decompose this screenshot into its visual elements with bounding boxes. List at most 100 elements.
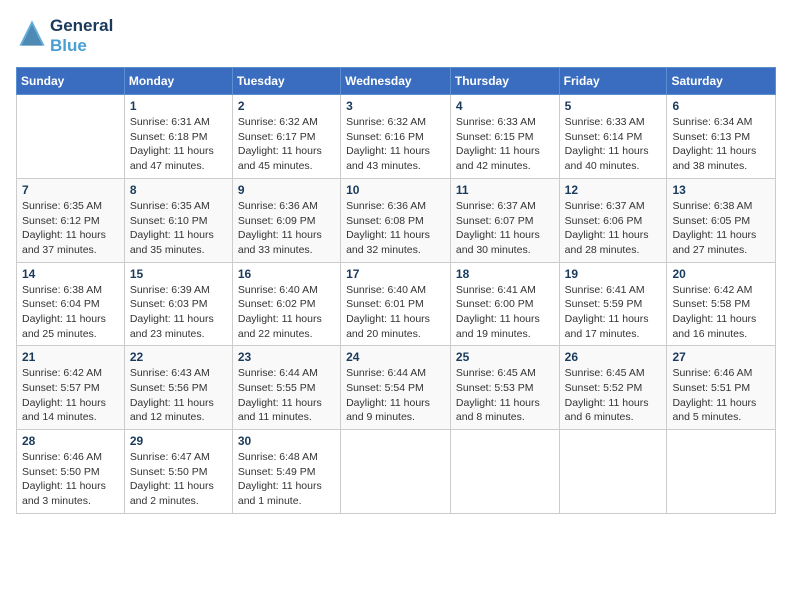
calendar-cell (450, 430, 559, 514)
day-number: 11 (456, 183, 554, 197)
day-info: Sunrise: 6:38 AM Sunset: 6:05 PM Dayligh… (672, 199, 770, 258)
calendar-cell: 27 Sunrise: 6:46 AM Sunset: 5:51 PM Dayli… (667, 346, 776, 430)
day-info: Sunrise: 6:46 AM Sunset: 5:51 PM Dayligh… (672, 366, 770, 425)
calendar-cell: 16 Sunrise: 6:40 AM Sunset: 6:02 PM Dayli… (232, 262, 340, 346)
calendar-cell: 30 Sunrise: 6:48 AM Sunset: 5:49 PM Dayli… (232, 430, 340, 514)
day-info: Sunrise: 6:42 AM Sunset: 5:57 PM Dayligh… (22, 366, 119, 425)
day-info: Sunrise: 6:38 AM Sunset: 6:04 PM Dayligh… (22, 283, 119, 342)
day-info: Sunrise: 6:44 AM Sunset: 5:55 PM Dayligh… (238, 366, 335, 425)
day-info: Sunrise: 6:37 AM Sunset: 6:07 PM Dayligh… (456, 199, 554, 258)
day-info: Sunrise: 6:39 AM Sunset: 6:03 PM Dayligh… (130, 283, 227, 342)
page-header: General Blue (16, 16, 776, 55)
day-info: Sunrise: 6:37 AM Sunset: 6:06 PM Dayligh… (565, 199, 662, 258)
calendar-cell: 7Sunrise: 6:35 AM Sunset: 6:12 PM Daylig… (17, 178, 125, 262)
calendar-cell (17, 95, 125, 179)
calendar-cell: 26 Sunrise: 6:45 AM Sunset: 5:52 PM Dayli… (559, 346, 667, 430)
day-number: 2 (238, 99, 335, 113)
calendar-table: SundayMondayTuesdayWednesdayThursdayFrid… (16, 67, 776, 514)
calendar-cell: 12 Sunrise: 6:37 AM Sunset: 6:06 PM Dayli… (559, 178, 667, 262)
calendar-cell: 6 Sunrise: 6:34 AM Sunset: 6:13 PM Daylig… (667, 95, 776, 179)
day-info: Sunrise: 6:36 AM Sunset: 6:08 PM Dayligh… (346, 199, 445, 258)
calendar-cell: 15 Sunrise: 6:39 AM Sunset: 6:03 PM Dayli… (124, 262, 232, 346)
column-header-thursday: Thursday (450, 68, 559, 95)
day-info: Sunrise: 6:43 AM Sunset: 5:56 PM Dayligh… (130, 366, 227, 425)
week-row-1: 1Sunrise: 6:31 AM Sunset: 6:18 PM Daylig… (17, 95, 776, 179)
calendar-cell: 14 Sunrise: 6:38 AM Sunset: 6:04 PM Dayli… (17, 262, 125, 346)
day-number: 12 (565, 183, 662, 197)
column-header-monday: Monday (124, 68, 232, 95)
day-info: Sunrise: 6:48 AM Sunset: 5:49 PM Dayligh… (238, 450, 335, 509)
day-info: Sunrise: 6:32 AM Sunset: 6:16 PM Dayligh… (346, 115, 445, 174)
day-number: 14 (22, 267, 119, 281)
calendar-cell: 23 Sunrise: 6:44 AM Sunset: 5:55 PM Dayli… (232, 346, 340, 430)
day-info: Sunrise: 6:33 AM Sunset: 6:14 PM Dayligh… (565, 115, 662, 174)
day-number: 20 (672, 267, 770, 281)
day-number: 3 (346, 99, 445, 113)
day-number: 30 (238, 434, 335, 448)
calendar-cell: 5 Sunrise: 6:33 AM Sunset: 6:14 PM Daylig… (559, 95, 667, 179)
logo: General Blue (16, 16, 113, 55)
logo-icon (18, 19, 46, 47)
day-info: Sunrise: 6:36 AM Sunset: 6:09 PM Dayligh… (238, 199, 335, 258)
day-number: 8 (130, 183, 227, 197)
day-number: 15 (130, 267, 227, 281)
logo-general: General (50, 16, 113, 35)
day-info: Sunrise: 6:41 AM Sunset: 5:59 PM Dayligh… (565, 283, 662, 342)
day-number: 18 (456, 267, 554, 281)
day-number: 5 (565, 99, 662, 113)
day-number: 23 (238, 350, 335, 364)
calendar-cell: 19 Sunrise: 6:41 AM Sunset: 5:59 PM Dayli… (559, 262, 667, 346)
day-info: Sunrise: 6:34 AM Sunset: 6:13 PM Dayligh… (672, 115, 770, 174)
calendar-cell (559, 430, 667, 514)
calendar-cell: 13 Sunrise: 6:38 AM Sunset: 6:05 PM Dayli… (667, 178, 776, 262)
day-info: Sunrise: 6:32 AM Sunset: 6:17 PM Dayligh… (238, 115, 335, 174)
day-number: 7 (22, 183, 119, 197)
day-info: Sunrise: 6:33 AM Sunset: 6:15 PM Dayligh… (456, 115, 554, 174)
column-header-friday: Friday (559, 68, 667, 95)
calendar-cell (341, 430, 451, 514)
day-number: 4 (456, 99, 554, 113)
calendar-cell: 3 Sunrise: 6:32 AM Sunset: 6:16 PM Daylig… (341, 95, 451, 179)
day-number: 13 (672, 183, 770, 197)
day-info: Sunrise: 6:35 AM Sunset: 6:10 PM Dayligh… (130, 199, 227, 258)
day-number: 16 (238, 267, 335, 281)
calendar-cell: 22 Sunrise: 6:43 AM Sunset: 5:56 PM Dayli… (124, 346, 232, 430)
day-number: 21 (22, 350, 119, 364)
column-header-sunday: Sunday (17, 68, 125, 95)
week-row-4: 21 Sunrise: 6:42 AM Sunset: 5:57 PM Dayli… (17, 346, 776, 430)
calendar-cell: 29 Sunrise: 6:47 AM Sunset: 5:50 PM Dayli… (124, 430, 232, 514)
day-number: 26 (565, 350, 662, 364)
day-number: 24 (346, 350, 445, 364)
day-number: 22 (130, 350, 227, 364)
day-info: Sunrise: 6:44 AM Sunset: 5:54 PM Dayligh… (346, 366, 445, 425)
column-header-tuesday: Tuesday (232, 68, 340, 95)
day-info: Sunrise: 6:41 AM Sunset: 6:00 PM Dayligh… (456, 283, 554, 342)
calendar-cell: 11 Sunrise: 6:37 AM Sunset: 6:07 PM Dayli… (450, 178, 559, 262)
week-row-2: 7Sunrise: 6:35 AM Sunset: 6:12 PM Daylig… (17, 178, 776, 262)
day-number: 6 (672, 99, 770, 113)
day-number: 25 (456, 350, 554, 364)
calendar-cell: 18 Sunrise: 6:41 AM Sunset: 6:00 PM Dayli… (450, 262, 559, 346)
calendar-cell: 24 Sunrise: 6:44 AM Sunset: 5:54 PM Dayli… (341, 346, 451, 430)
day-number: 29 (130, 434, 227, 448)
day-info: Sunrise: 6:40 AM Sunset: 6:02 PM Dayligh… (238, 283, 335, 342)
day-info: Sunrise: 6:46 AM Sunset: 5:50 PM Dayligh… (22, 450, 119, 509)
calendar-cell: 10Sunrise: 6:36 AM Sunset: 6:08 PM Dayli… (341, 178, 451, 262)
column-header-wednesday: Wednesday (341, 68, 451, 95)
day-number: 19 (565, 267, 662, 281)
calendar-cell: 1Sunrise: 6:31 AM Sunset: 6:18 PM Daylig… (124, 95, 232, 179)
day-number: 27 (672, 350, 770, 364)
calendar-cell: 8 Sunrise: 6:35 AM Sunset: 6:10 PM Daylig… (124, 178, 232, 262)
day-number: 28 (22, 434, 119, 448)
day-number: 1 (130, 99, 227, 113)
calendar-cell: 17Sunrise: 6:40 AM Sunset: 6:01 PM Dayli… (341, 262, 451, 346)
calendar-cell: 25Sunrise: 6:45 AM Sunset: 5:53 PM Dayli… (450, 346, 559, 430)
day-number: 17 (346, 267, 445, 281)
day-info: Sunrise: 6:45 AM Sunset: 5:52 PM Dayligh… (565, 366, 662, 425)
calendar-cell: 21 Sunrise: 6:42 AM Sunset: 5:57 PM Dayli… (17, 346, 125, 430)
calendar-cell: 2 Sunrise: 6:32 AM Sunset: 6:17 PM Daylig… (232, 95, 340, 179)
day-number: 9 (238, 183, 335, 197)
day-info: Sunrise: 6:47 AM Sunset: 5:50 PM Dayligh… (130, 450, 227, 509)
calendar-cell: 9 Sunrise: 6:36 AM Sunset: 6:09 PM Daylig… (232, 178, 340, 262)
calendar-cell: 4 Sunrise: 6:33 AM Sunset: 6:15 PM Daylig… (450, 95, 559, 179)
